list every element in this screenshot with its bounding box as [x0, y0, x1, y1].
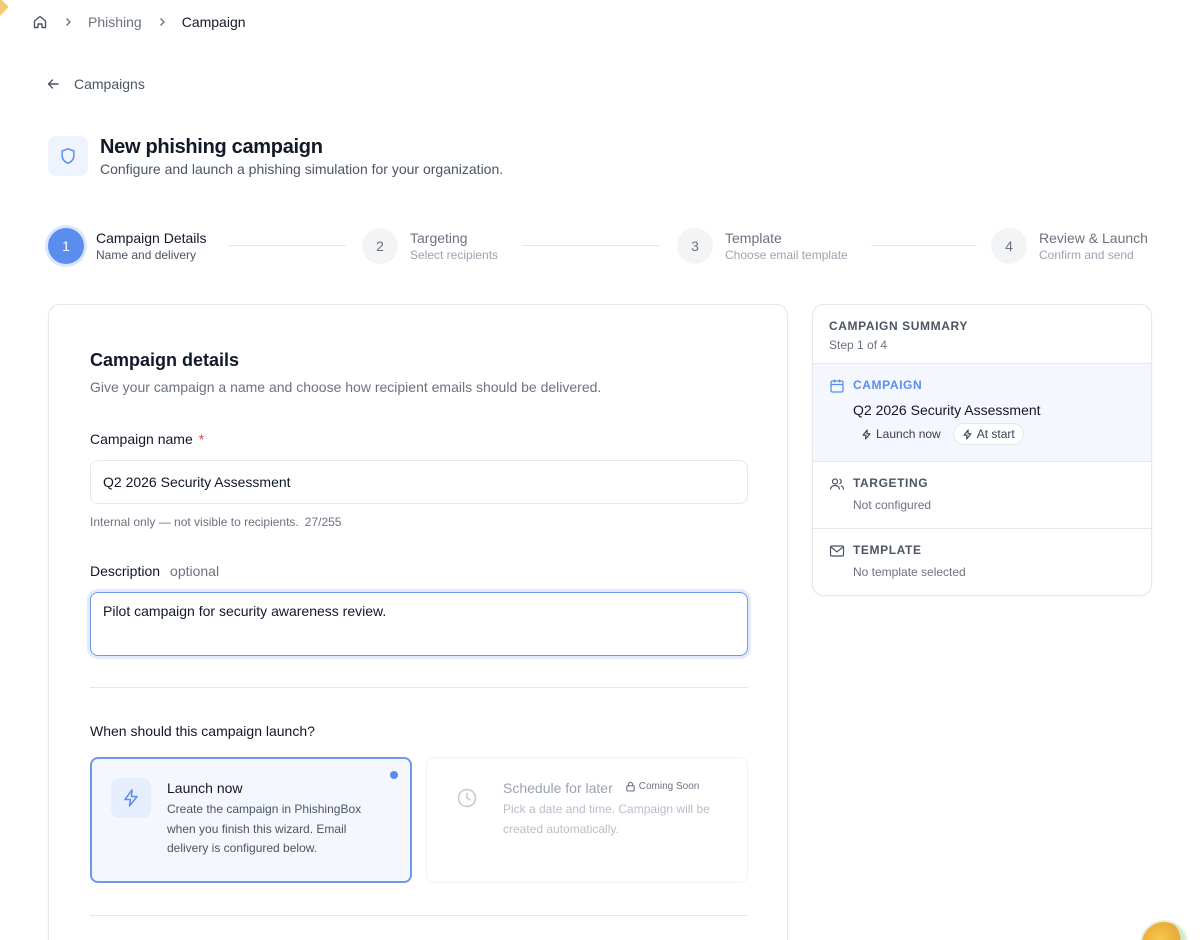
- step-review-launch[interactable]: 4 Review & Launch Confirm and send: [991, 228, 1148, 264]
- summary-caption: CAMPAIGN: [853, 378, 923, 392]
- step-label: Review & Launch: [1039, 230, 1148, 246]
- step-number: 1: [48, 228, 84, 264]
- option-title-text: Schedule for later: [503, 780, 613, 796]
- chevron-right-icon: [154, 14, 170, 30]
- breadcrumb-phishing[interactable]: Phishing: [88, 14, 142, 30]
- wizard-stepper: 1 Campaign Details Name and delivery 2 Ta…: [48, 228, 1152, 264]
- step-targeting[interactable]: 2 Targeting Select recipients: [362, 228, 498, 264]
- page-title: New phishing campaign: [100, 136, 323, 158]
- page-header: New phishing campaign Configure and laun…: [48, 136, 503, 177]
- step-connector: [522, 245, 660, 246]
- summary-chips: Launch now At start: [853, 423, 1135, 445]
- launch-now-option[interactable]: Launch now Create the campaign in Phishi…: [90, 757, 412, 883]
- chip-label: Launch now: [876, 427, 941, 441]
- lock-icon: [625, 781, 635, 792]
- campaign-details-card: Campaign details Give your campaign a na…: [48, 304, 788, 940]
- launch-question: When should this campaign launch?: [90, 723, 315, 739]
- clock-icon: [447, 778, 487, 818]
- campaign-name-label: Campaign name *: [90, 431, 204, 447]
- summary-caption: TARGETING: [853, 476, 929, 490]
- summary-targeting-value: Not configured: [853, 498, 932, 512]
- bolt-icon: [111, 778, 151, 818]
- home-icon[interactable]: [32, 14, 48, 30]
- summary-step-info: Step 1 of 4: [829, 338, 888, 352]
- section-title: Campaign details: [90, 350, 240, 370]
- optional-tag: optional: [170, 563, 220, 579]
- summary-heading: CAMPAIGN SUMMARY: [829, 319, 968, 333]
- avatar[interactable]: [1140, 920, 1188, 940]
- summary-campaign-section: CAMPAIGN Q2 2026 Security Assessment Lau…: [813, 364, 1151, 462]
- calendar-icon: [830, 379, 844, 393]
- badge-text: Coming Soon: [638, 781, 700, 792]
- users-icon: [829, 478, 845, 490]
- corner-decoration: [0, 0, 9, 17]
- description-label-text: Description: [90, 563, 161, 579]
- step-number: 2: [362, 228, 398, 264]
- option-description: Pick a date and time. Campaign will be c…: [503, 802, 710, 836]
- description-textarea[interactable]: Pilot campaign for security awareness re…: [90, 592, 748, 656]
- breadcrumb-campaign: Campaign: [181, 14, 246, 30]
- divider: [90, 915, 748, 916]
- step-sub: Choose email template: [725, 248, 848, 262]
- bolt-icon: [862, 428, 871, 440]
- summary-header: CAMPAIGN SUMMARY Step 1 of 4: [813, 305, 1151, 364]
- option-description: Create the campaign in PhishingBox when …: [167, 802, 362, 855]
- option-title: Schedule for later Coming Soon: [503, 780, 727, 796]
- campaign-name-input[interactable]: Q2 2026 Security Assessment: [90, 460, 748, 504]
- step-label: Campaign Details: [96, 230, 207, 246]
- summary-campaign-name: Q2 2026 Security Assessment: [853, 402, 1041, 418]
- back-label: Campaigns: [74, 76, 145, 92]
- step-label: Template: [725, 230, 782, 246]
- summary-template-section: TEMPLATE No template selected: [813, 529, 1151, 595]
- step-number: 3: [677, 228, 713, 264]
- at-start-chip: At start: [952, 423, 1024, 445]
- mail-icon: [829, 545, 845, 557]
- summary-template-value: No template selected: [853, 565, 966, 579]
- arrow-left-icon: [46, 76, 62, 92]
- hint-text: Internal only — not visible to recipient…: [90, 515, 299, 529]
- campaign-name-hint: Internal only — not visible to recipient…: [90, 515, 341, 529]
- step-sub: Select recipients: [410, 248, 499, 262]
- chevron-right-icon: [60, 14, 76, 30]
- selected-indicator: [390, 771, 398, 779]
- bolt-icon: [963, 428, 972, 440]
- summary-targeting-section: TARGETING Not configured: [813, 462, 1151, 529]
- chip-label: At start: [976, 427, 1015, 441]
- summary-caption: TEMPLATE: [853, 543, 922, 557]
- back-to-campaigns-link[interactable]: Campaigns: [46, 74, 145, 94]
- step-template[interactable]: 3 Template Choose email template: [677, 228, 848, 264]
- divider: [90, 687, 748, 688]
- schedule-later-option: Schedule for later Coming Soon Pick a dat…: [426, 757, 748, 883]
- launch-now-chip: Launch now: [853, 423, 949, 445]
- option-title: Launch now: [167, 780, 243, 796]
- section-description: Give your campaign a name and choose how…: [90, 379, 602, 395]
- campaign-summary-panel: CAMPAIGN SUMMARY Step 1 of 4 CAMPAIGN Q2…: [812, 304, 1152, 596]
- char-count: 27/255: [304, 515, 342, 529]
- shield-icon: [48, 136, 88, 176]
- page-subtitle: Configure and launch a phishing simulati…: [100, 161, 504, 177]
- coming-soon-badge: Coming Soon: [625, 781, 700, 792]
- required-mark: *: [198, 431, 205, 447]
- description-label: Description optional: [90, 563, 219, 579]
- step-number: 4: [991, 228, 1027, 264]
- step-connector: [871, 245, 977, 246]
- step-sub: Name and delivery: [96, 248, 197, 262]
- breadcrumb: Phishing Campaign: [32, 12, 246, 32]
- step-connector: [228, 245, 346, 246]
- step-label: Targeting: [410, 230, 468, 246]
- step-sub: Confirm and send: [1039, 248, 1134, 262]
- step-campaign-details[interactable]: 1 Campaign Details Name and delivery: [48, 228, 207, 264]
- campaign-name-label-text: Campaign name: [90, 431, 193, 447]
